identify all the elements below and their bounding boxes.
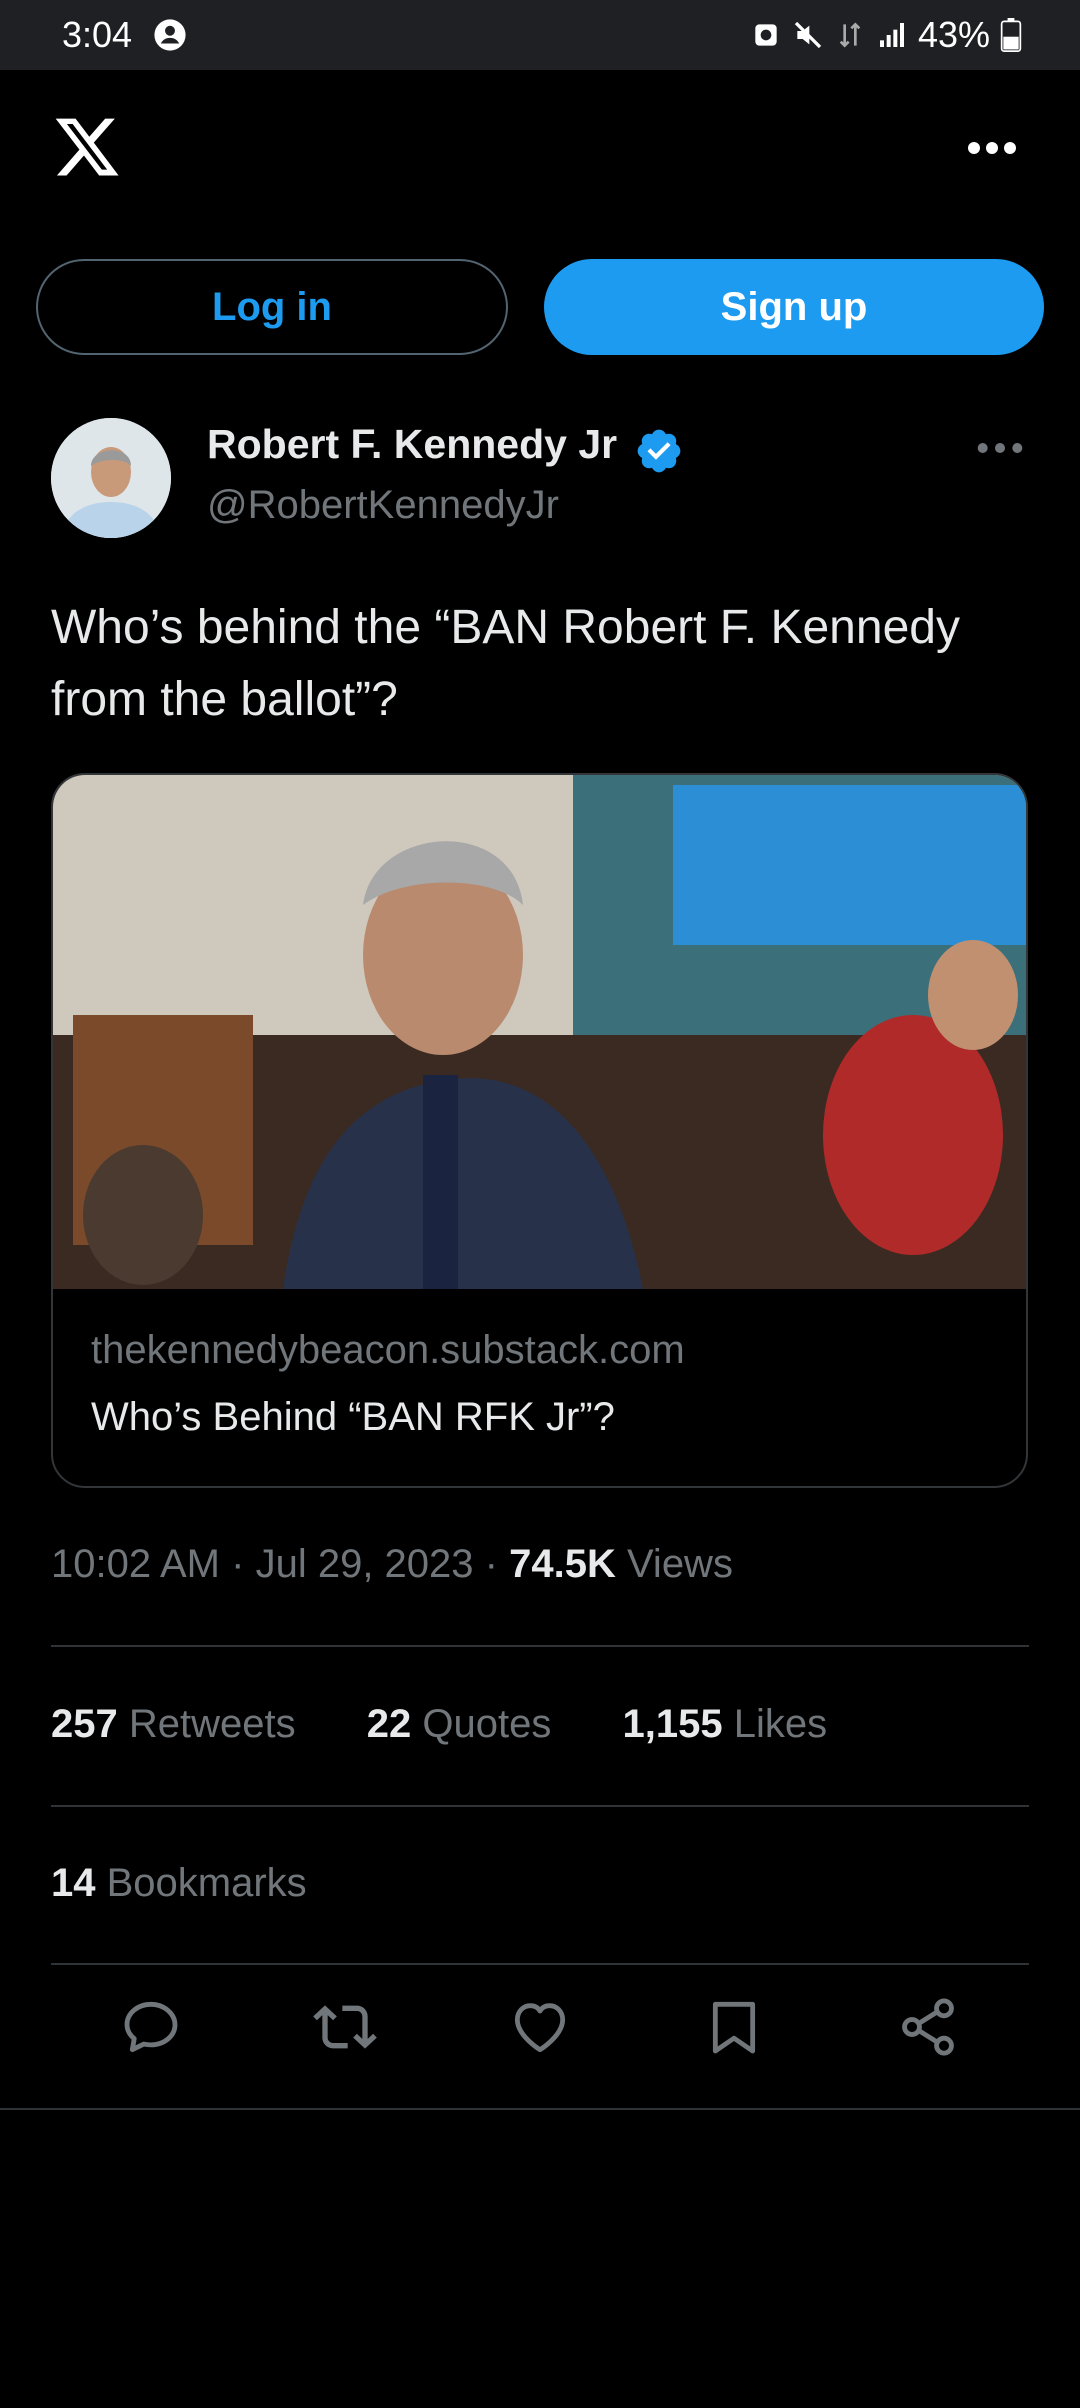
tweet-meta: 10:02 AM · Jul 29, 2023 · 74.5K Views — [51, 1542, 733, 1587]
author-name[interactable]: Robert F. Kennedy Jr — [207, 421, 617, 468]
bookmark-icon[interactable] — [702, 1995, 766, 2059]
views-label: Views — [626, 1542, 733, 1586]
notification-icon — [755, 24, 777, 46]
share-icon[interactable] — [896, 1995, 960, 2059]
more-icon[interactable] — [966, 128, 1018, 168]
link-card[interactable]: thekennedybeacon.substack.com Who’s Behi… — [51, 773, 1028, 1488]
action-bar — [51, 1995, 1029, 2075]
x-logo-icon[interactable] — [52, 112, 122, 182]
tweet-date[interactable]: Jul 29, 2023 — [256, 1542, 474, 1586]
quotes-count: 22 — [366, 1702, 412, 1746]
tweet-more-icon[interactable] — [975, 436, 1025, 460]
author-handle[interactable]: @RobertKennedyJr — [207, 483, 559, 528]
battery-icon — [1000, 18, 1022, 52]
login-button[interactable]: Log in — [36, 259, 508, 355]
retweets-count: 257 — [51, 1702, 118, 1746]
battery-percent: 43% — [917, 14, 990, 55]
divider — [51, 1805, 1029, 1807]
likes-label: Likes — [733, 1702, 828, 1746]
data-icon — [839, 22, 861, 48]
likes-count: 1,155 — [622, 1702, 723, 1746]
divider — [51, 1963, 1029, 1965]
tweet-text: Who’s behind the “BAN Robert F. Kennedy … — [51, 601, 960, 726]
avatar-image — [51, 418, 171, 538]
card-domain: thekennedybeacon.substack.com — [91, 1328, 685, 1372]
reply-icon[interactable] — [119, 1995, 183, 2059]
like-icon[interactable] — [508, 1995, 572, 2059]
bookmarks-count: 14 — [51, 1861, 96, 1905]
account-circle-icon — [154, 19, 186, 51]
meta-separator: · — [231, 1542, 256, 1586]
quotes-stat[interactable]: 22 Quotes — [367, 1702, 563, 1746]
signup-button[interactable]: Sign up — [544, 259, 1044, 355]
signal-icon — [879, 23, 904, 47]
avatar[interactable] — [51, 418, 171, 538]
card-image — [53, 775, 1026, 1289]
quotes-label: Quotes — [422, 1702, 552, 1746]
status-time: 3:04 — [62, 14, 133, 55]
retweets-stat[interactable]: 257 Retweets — [51, 1702, 307, 1746]
card-title: Who’s Behind “BAN RFK Jr”? — [91, 1395, 615, 1439]
bookmarks-label: Bookmarks — [106, 1861, 307, 1905]
retweets-label: Retweets — [128, 1702, 296, 1746]
bookmarks-stat[interactable]: 14 Bookmarks — [51, 1861, 307, 1906]
divider — [51, 1645, 1029, 1647]
verified-badge-icon — [637, 429, 681, 473]
tweet-time[interactable]: 10:02 AM — [51, 1542, 220, 1586]
likes-stat[interactable]: 1,155 Likes — [622, 1702, 827, 1746]
retweet-icon[interactable] — [313, 1995, 377, 2059]
engagement-stats: 257 Retweets 22 Quotes 1,155 Likes — [51, 1702, 887, 1747]
divider — [0, 2108, 1080, 2110]
views-count: 74.5K — [509, 1542, 616, 1586]
status-bar: 3:04 43% — [0, 0, 1080, 70]
status-icons: 43% — [750, 12, 1022, 58]
meta-separator: · — [484, 1542, 510, 1586]
mute-icon — [794, 21, 822, 49]
